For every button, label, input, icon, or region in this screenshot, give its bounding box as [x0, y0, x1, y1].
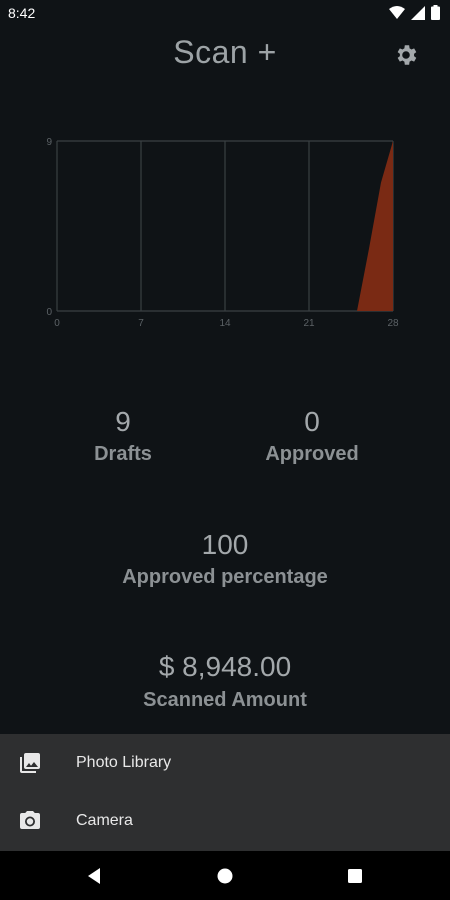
app-title: Scan +	[173, 34, 277, 70]
battery-icon	[431, 5, 440, 20]
chart-x-tick-label: 0	[54, 318, 60, 329]
signal-icon	[411, 5, 425, 20]
drafts-value: 9	[115, 406, 131, 437]
approved-label: Approved	[265, 443, 359, 465]
camera-icon	[20, 811, 40, 829]
photo-library-label: Photo Library	[76, 754, 172, 771]
wifi-icon	[389, 5, 405, 19]
source-bottom-sheet: Photo Library Camera	[0, 734, 450, 851]
drafts-label: Drafts	[94, 443, 152, 465]
chart-x-tick-label: 7	[138, 318, 144, 329]
approved-value: 0	[304, 406, 320, 437]
status-icons	[389, 5, 440, 20]
camera-label: Camera	[76, 812, 133, 829]
scanned-amount-value: $ 8,948.00	[158, 651, 292, 682]
scanned-amount-label: Scanned Amount	[143, 689, 307, 711]
photo-library-icon	[20, 753, 40, 773]
status-time: 8:42	[8, 5, 36, 21]
status-bar: 8:42	[0, 0, 450, 26]
chart-x-tick-label: 21	[303, 318, 315, 329]
approved-percentage-label: Approved percentage	[122, 566, 328, 588]
system-nav-bar	[0, 851, 450, 900]
chart-x-tick-label: 28	[387, 318, 399, 329]
drafts-chart: 0 7 14 21 28 0 9	[46, 137, 399, 329]
camera-option[interactable]: Camera	[0, 792, 450, 850]
approved-percentage-value: 100	[201, 529, 249, 560]
recents-icon[interactable]	[345, 866, 365, 886]
gear-icon[interactable]	[393, 42, 419, 68]
chart-y-tick-label: 0	[46, 307, 52, 318]
chart-x-tick-label: 14	[219, 318, 231, 329]
home-icon[interactable]	[215, 866, 235, 886]
back-icon[interactable]	[85, 866, 105, 886]
photo-library-option[interactable]: Photo Library	[0, 734, 450, 792]
chart-y-tick-label: 9	[46, 137, 52, 148]
